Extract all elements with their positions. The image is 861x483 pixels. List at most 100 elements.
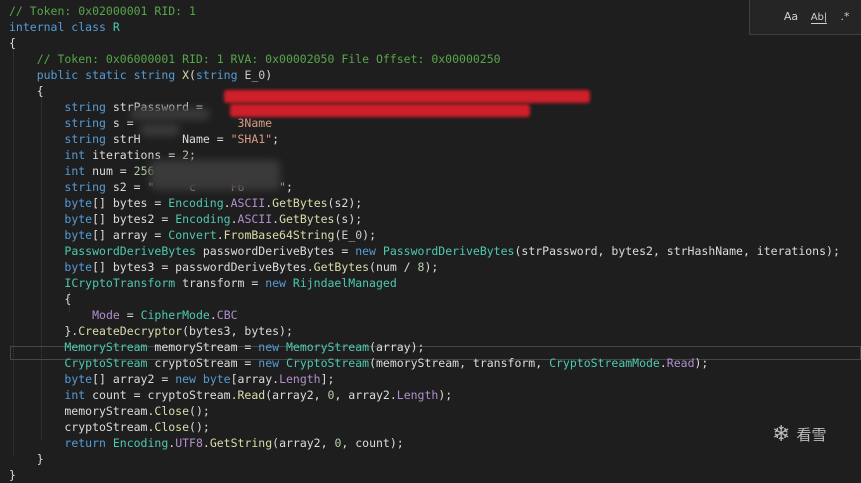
- code-token: E_0: [244, 68, 266, 82]
- code-line: }.CreateDecryptor(bytes3, bytes);: [9, 323, 293, 339]
- match-whole-word-button[interactable]: Ab|: [809, 9, 829, 25]
- code-token: cryptoStream.: [9, 420, 155, 434]
- code-line: memoryStream.Close();: [9, 403, 210, 419]
- code-token: new: [355, 244, 383, 258]
- code-token: string: [64, 180, 113, 194]
- code-token: string: [64, 116, 113, 130]
- code-token: ;: [285, 180, 293, 194]
- code-token: .: [216, 228, 224, 242]
- code-line: // Token: 0x02000001 RID: 1: [9, 3, 196, 19]
- code-token: string: [64, 132, 113, 146]
- code-token: (s2);: [327, 196, 363, 210]
- find-options-bar: Aa Ab| .*: [749, 0, 861, 35]
- code-token: GetString: [209, 436, 273, 450]
- code-token: int: [64, 148, 93, 162]
- code-token: Encoding: [175, 212, 231, 226]
- code-token: (s);: [334, 212, 363, 226]
- code-token: ;: [272, 132, 280, 146]
- code-line: PasswordDeriveBytes passwordDeriveBytes …: [9, 243, 840, 259]
- watermark-logo: ❄ 看雪: [772, 422, 826, 447]
- snowflake-icon: ❄: [772, 422, 791, 447]
- whole-word-label: Ab|: [810, 12, 828, 24]
- code-token: passwordDeriveBytes =: [195, 244, 356, 258]
- code-editor[interactable]: // Token: 0x02000001 RID: 1 internal clas…: [0, 0, 861, 482]
- code-token: ();: [189, 404, 210, 418]
- use-regex-button[interactable]: .*: [836, 9, 854, 25]
- code-token: .: [209, 308, 217, 322]
- blur-mark: [150, 160, 280, 190]
- code-token: GetBytes: [313, 260, 370, 274]
- code-token: ];: [320, 372, 335, 386]
- code-token: new: [258, 340, 286, 354]
- code-line: byte[] array2 = new byte[array.Length];: [9, 371, 334, 387]
- code-token: GetBytes: [279, 212, 335, 226]
- code-token: byte: [64, 372, 93, 386]
- code-token: UTF8: [175, 436, 203, 450]
- code-token: count = cryptoStream.: [92, 388, 238, 402]
- code-token: (bytes3, bytes);: [182, 324, 293, 338]
- code-line: byte[] array = Convert.FromBase64String(…: [9, 227, 376, 243]
- code-token: public static string: [9, 68, 183, 82]
- code-token: ASCII: [230, 196, 266, 210]
- code-token: (array2,: [265, 388, 328, 402]
- code-token: new: [175, 372, 203, 386]
- code-token: internal class: [9, 20, 113, 34]
- code-line: ICryptoTransform transform = new Rijndae…: [9, 275, 397, 291]
- code-token: memoryStream =: [147, 340, 259, 354]
- code-line: return Encoding.UTF8.GetString(array2, 0…: [9, 435, 404, 451]
- redaction-mark: [224, 90, 590, 103]
- code-token: int: [64, 388, 93, 402]
- code-token: E_0: [341, 228, 363, 242]
- code-token: byte: [64, 228, 93, 242]
- code-token: RijndaelManaged: [292, 276, 397, 290]
- code-token: CryptoStreamMode: [549, 356, 660, 370]
- code-token: memoryStream.: [9, 404, 155, 418]
- code-token: R: [112, 20, 120, 34]
- code-token: "SHA1": [230, 132, 273, 146]
- code-token: MemoryStream: [64, 340, 148, 354]
- code-token: Close: [154, 420, 190, 434]
- code-token: =: [119, 308, 141, 322]
- code-token: );: [438, 388, 453, 402]
- code-token: , count);: [341, 436, 404, 450]
- code-line: {: [9, 291, 71, 307]
- code-token: [] array =: [92, 228, 169, 242]
- code-line: {: [9, 35, 16, 51]
- code-token: Mode: [92, 308, 120, 322]
- match-case-button[interactable]: Aa: [781, 9, 801, 25]
- code-line: internal class R: [9, 19, 120, 35]
- code-token: Read: [666, 356, 695, 370]
- code-line: Mode = CipherMode.CBC: [9, 307, 237, 323]
- code-token: );: [424, 260, 439, 274]
- code-token: X: [182, 68, 190, 82]
- code-token: cryptoStream =: [147, 356, 259, 370]
- code-token: ASCII: [237, 212, 273, 226]
- code-token: GetBytes: [272, 196, 328, 210]
- code-token: {: [9, 36, 16, 50]
- code-token: [] bytes =: [92, 196, 169, 210]
- code-token: (strPassword, bytes2, strHashName, itera…: [514, 244, 840, 258]
- code-token: Length: [279, 372, 321, 386]
- code-token: .: [230, 212, 238, 226]
- code-line: byte[] bytes2 = Encoding.ASCII.GetBytes(…: [9, 211, 362, 227]
- code-token: .: [202, 436, 210, 450]
- code-line: int num = 256;: [9, 163, 161, 179]
- code-token: byte: [64, 212, 93, 226]
- code-token: }: [9, 452, 44, 466]
- code-line: // Token: 0x06000001 RID: 1 RVA: 0x00002…: [9, 51, 501, 67]
- code-token: Encoding: [168, 196, 224, 210]
- code-token: (memoryStream, transform,: [369, 356, 550, 370]
- code-token: );: [694, 356, 709, 370]
- code-token: ICryptoTransform: [64, 276, 176, 290]
- code-token: {: [9, 292, 72, 306]
